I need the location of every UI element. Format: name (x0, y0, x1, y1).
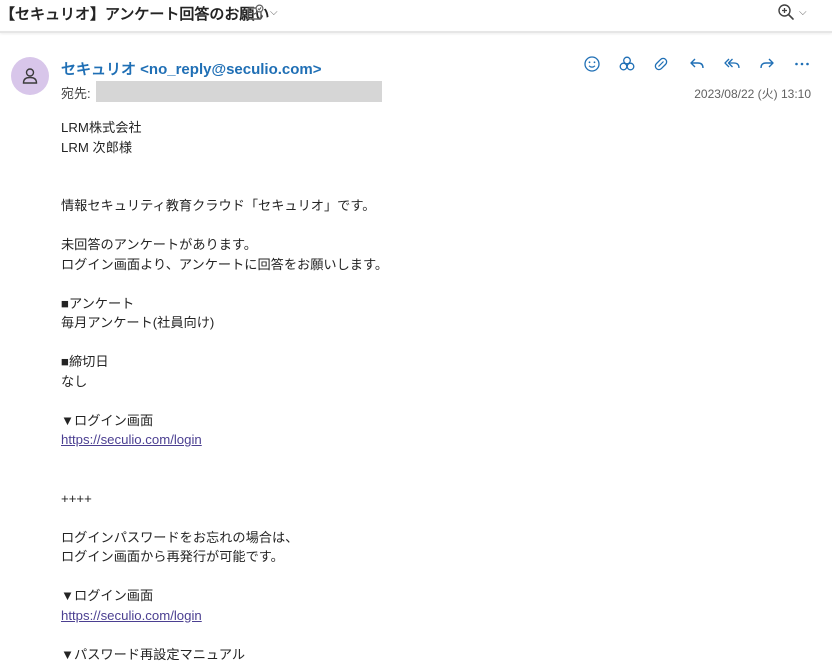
login-link[interactable]: https://seculio.com/login (61, 432, 202, 447)
zoom-button[interactable] (775, 1, 797, 23)
login-heading: ▼ログイン画面 (61, 412, 154, 428)
more-actions-button[interactable] (789, 53, 815, 75)
to-label: 宛先: (61, 86, 91, 101)
deadline-value: なし (61, 373, 88, 389)
survey-name: 毎月アンケート(社員向け) (61, 315, 215, 330)
apps-icon (619, 56, 635, 71)
password-line-1: ログインパスワードをお忘れの場合は、 (61, 529, 299, 545)
chevron-down-icon[interactable]: ⌵ (799, 7, 807, 18)
sent-date: 2023/08/22 (火) 13:10 (694, 87, 811, 101)
envelope-check-icon (247, 4, 264, 20)
more-icon (795, 62, 809, 66)
password-line-2: ログイン画面から再発行が可能です。 (61, 549, 284, 564)
header-divider (0, 31, 832, 33)
message-body: LRM株式会社 LRM 次郎様 情報セキュリティ教育クラウド「セキュリオ」です。… (61, 118, 801, 664)
redacted-recipient (96, 81, 382, 102)
deadline-heading: ■締切日 (61, 354, 109, 369)
subject-bar: 【セキュリオ】アンケート回答のお願い ⌵ ⌵ (0, 0, 832, 30)
reply-all-button[interactable] (719, 53, 745, 75)
email-subject: 【セキュリオ】アンケート回答のお願い (0, 6, 270, 23)
manual-heading: ▼パスワード再設定マニュアル (61, 646, 246, 662)
login-heading-2: ▼ログイン画面 (61, 588, 154, 603)
login-link-2[interactable]: https://seculio.com/login (61, 608, 202, 623)
subject-action-button[interactable] (243, 2, 267, 24)
reply-button[interactable] (684, 53, 710, 75)
forward-icon (760, 58, 774, 69)
zoom-in-icon (778, 4, 794, 20)
survey-heading: ■アンケート (61, 295, 135, 311)
forward-button[interactable] (754, 53, 780, 75)
intro-line: 情報セキュリティ教育クラウド「セキュリオ」です。 (61, 198, 376, 213)
apps-button[interactable] (614, 53, 640, 75)
notice-line-2: ログイン画面より、アンケートに回答をお願いします。 (61, 256, 389, 272)
notice-line-1: 未回答のアンケートがあります。 (61, 237, 257, 252)
reply-icon (690, 58, 704, 69)
separator-line: ++++ (61, 490, 92, 506)
person-icon (22, 68, 38, 84)
company-name: LRM株式会社 (61, 120, 142, 135)
sender-name[interactable]: セキュリオ <no_reply@seculio.com> (61, 58, 322, 79)
loop-icon (654, 57, 668, 71)
recipient-name: LRM 次郎様 (61, 139, 133, 155)
loop-button[interactable] (648, 53, 674, 75)
chevron-down-icon[interactable]: ⌵ (270, 7, 278, 18)
reply-all-icon (724, 58, 740, 69)
smiley-icon (584, 56, 600, 72)
react-button[interactable] (579, 53, 605, 75)
avatar[interactable] (11, 57, 49, 95)
